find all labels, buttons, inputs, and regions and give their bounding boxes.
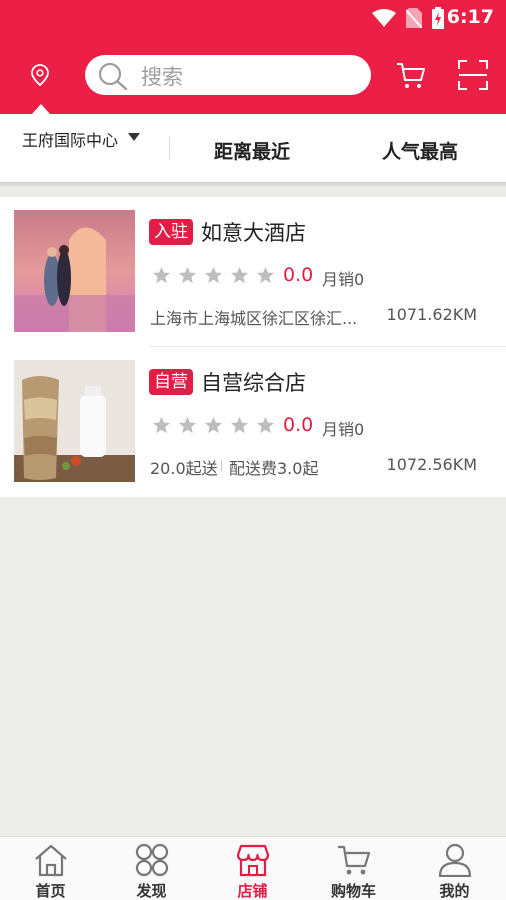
header: 6:17 搜索 — [0, 0, 506, 114]
star-icon — [178, 266, 197, 284]
tab-label: 首页 — [35, 882, 66, 900]
location-notch — [32, 104, 50, 114]
tab-label: 店铺 — [237, 882, 268, 900]
filter-shadow — [0, 182, 506, 188]
sort-by-distance[interactable]: 距离最近 — [214, 137, 290, 164]
bottom-nav: 首页 发现 店铺 购物车 我的 — [0, 836, 506, 900]
star-icon — [178, 416, 197, 434]
discover-icon — [135, 843, 168, 877]
store-distance: 1072.56KM — [386, 455, 477, 474]
dropdown-arrow-icon[interactable] — [128, 133, 140, 141]
sort-by-popularity[interactable]: 人气最高 — [382, 137, 458, 164]
location-pin-icon[interactable] — [30, 64, 50, 86]
search-icon — [98, 62, 128, 90]
star-icon — [204, 266, 223, 284]
filter-divider — [169, 137, 170, 159]
search-bar[interactable]: 搜索 — [85, 55, 371, 95]
store-address: 上海市上海城区徐汇区徐汇... — [150, 309, 358, 328]
star-icon — [230, 266, 249, 284]
store-tag: 自营 — [149, 369, 193, 395]
tab-cart[interactable]: 购物车 — [303, 837, 404, 900]
rating-stars — [152, 416, 275, 435]
delivery-fee: 配送费3.0起 — [229, 459, 319, 478]
tab-home[interactable]: 首页 — [0, 837, 101, 900]
min-order: 20.0起送 — [150, 459, 218, 478]
user-icon — [438, 843, 471, 877]
store-thumbnail — [14, 210, 135, 332]
cart-icon — [337, 845, 370, 875]
tab-label: 发现 — [136, 882, 167, 900]
star-icon — [256, 266, 275, 284]
store-rating: 0.0 — [283, 414, 314, 436]
tab-profile[interactable]: 我的 — [404, 837, 505, 900]
status-time: 6:17 — [446, 6, 494, 28]
store-row[interactable]: 入驻 如意大酒店 0.0 月销0 上海市上海城区徐汇区徐汇... 1071.62… — [0, 197, 506, 347]
status-bar: 6:17 — [0, 0, 506, 36]
store-rating: 0.0 — [283, 264, 314, 286]
store-icon — [236, 844, 269, 877]
store-list: 入驻 如意大酒店 0.0 月销0 上海市上海城区徐汇区徐汇... 1071.62… — [0, 197, 506, 497]
star-icon — [152, 266, 171, 284]
location-selector[interactable]: 王府国际中心 — [22, 127, 118, 151]
home-icon — [34, 844, 67, 877]
star-icon — [230, 416, 249, 434]
tab-label: 购物车 — [330, 882, 376, 900]
wifi-icon — [372, 9, 396, 27]
info-separator — [221, 460, 222, 472]
battery-charging-icon — [432, 7, 444, 29]
store-name: 如意大酒店 — [201, 221, 306, 245]
status-icons — [372, 7, 444, 29]
cart-icon[interactable] — [396, 60, 426, 90]
tab-store[interactable]: 店铺 — [202, 837, 303, 900]
tab-label: 我的 — [439, 882, 470, 900]
no-sim-icon — [406, 8, 422, 28]
store-name: 自营综合店 — [201, 371, 306, 395]
store-thumbnail — [14, 360, 135, 482]
store-tag: 入驻 — [149, 219, 193, 245]
rating-stars — [152, 266, 275, 285]
monthly-sales: 月销0 — [322, 270, 365, 289]
star-icon — [152, 416, 171, 434]
search-placeholder: 搜索 — [141, 65, 183, 89]
star-icon — [204, 416, 223, 434]
store-distance: 1071.62KM — [386, 305, 477, 324]
monthly-sales: 月销0 — [322, 420, 365, 439]
scan-icon[interactable] — [458, 60, 488, 90]
star-icon — [256, 416, 275, 434]
tab-discover[interactable]: 发现 — [101, 837, 202, 900]
store-row[interactable]: 自营 自营综合店 0.0 月销0 20.0起送 配送费3.0起 1072.56K… — [0, 347, 506, 497]
